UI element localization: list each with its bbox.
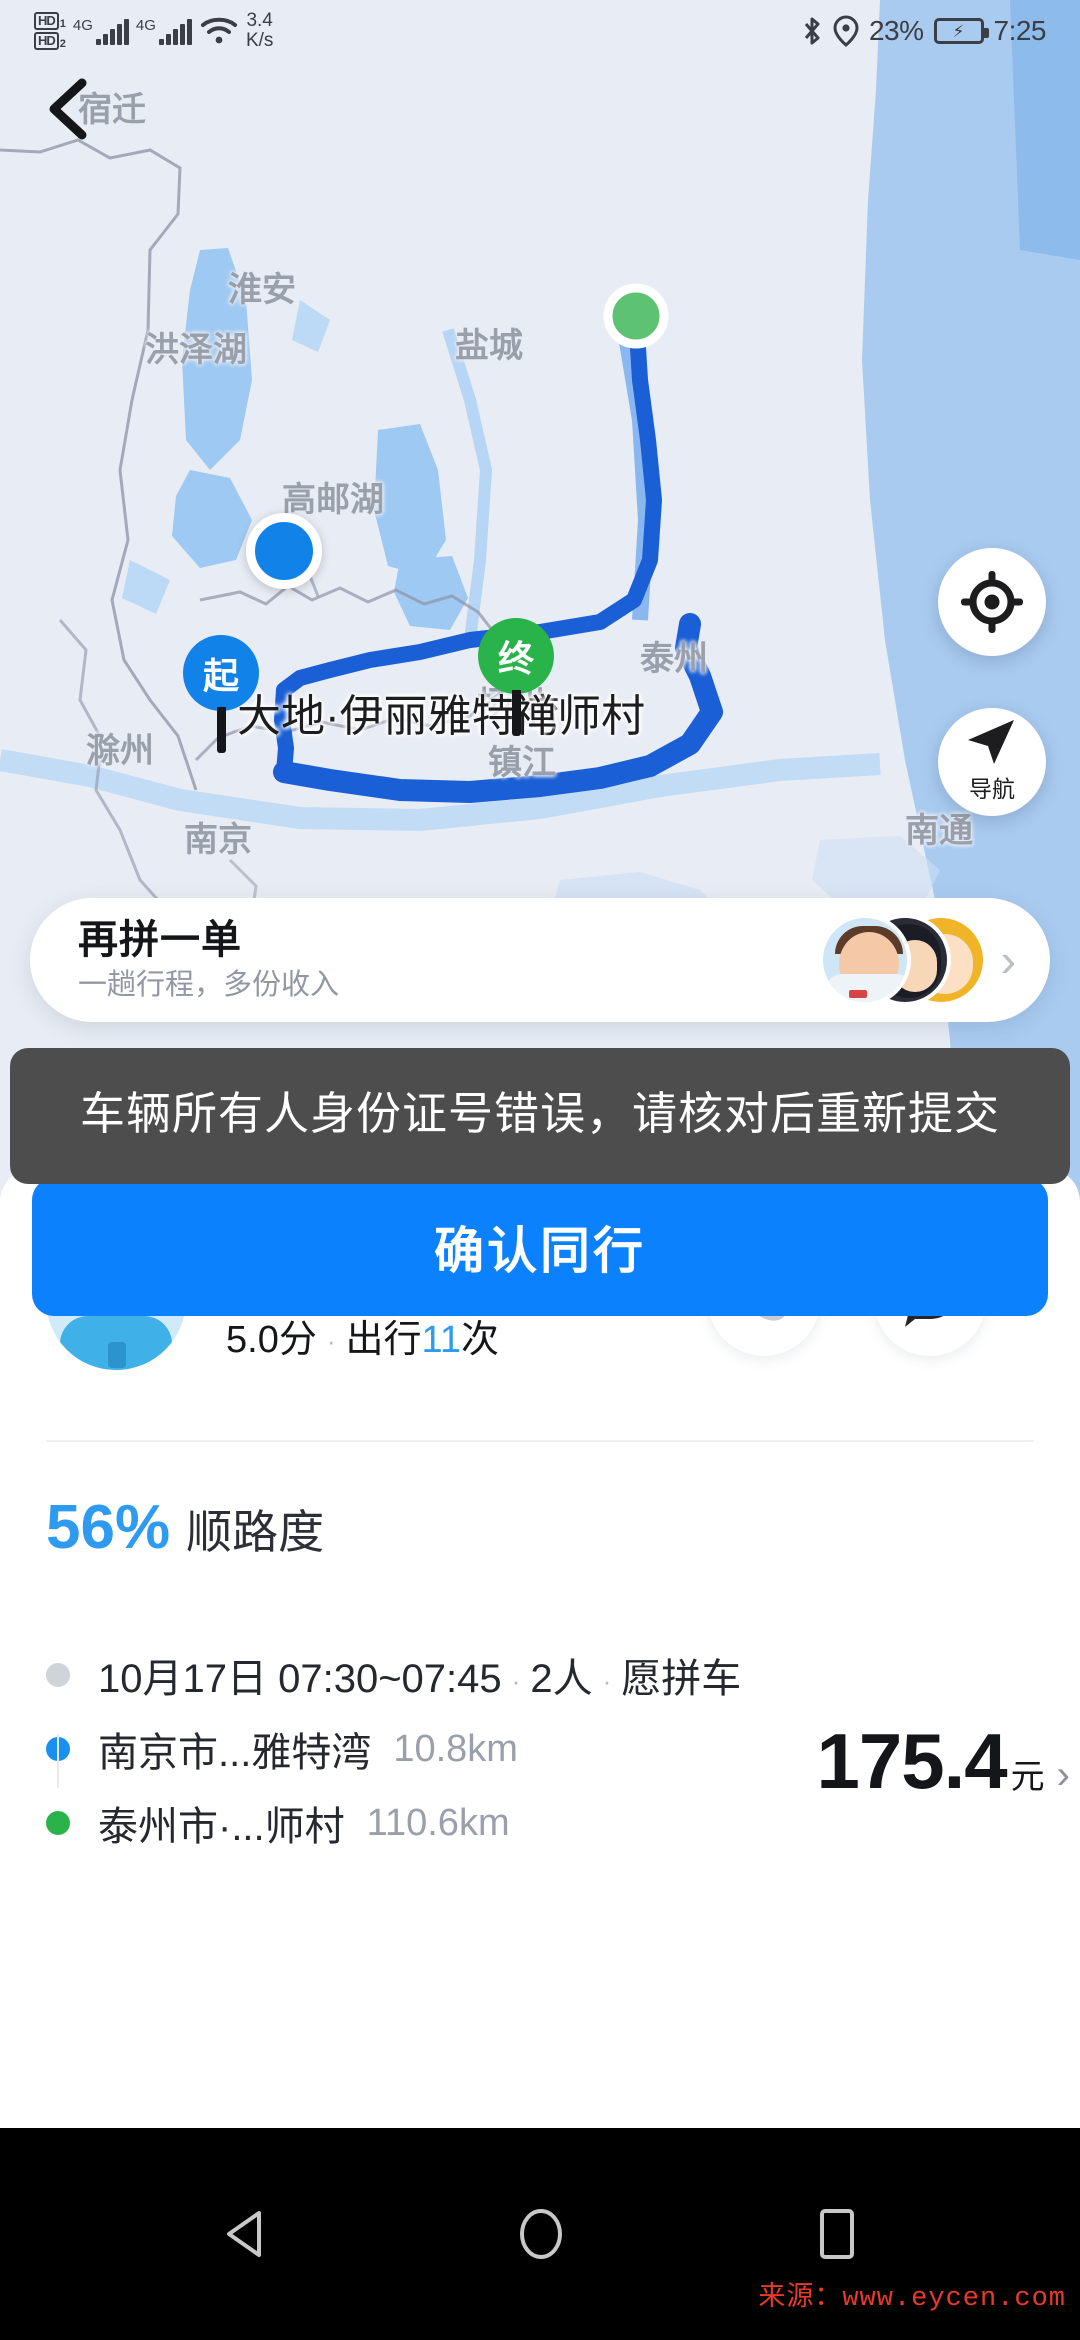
status-bar-right: 23% ⚡ 7:25 bbox=[801, 15, 1046, 47]
signal-1-group: 4G bbox=[73, 18, 129, 45]
start-marker-stem bbox=[216, 707, 226, 753]
trip-origin: 南京市...雅特湾 bbox=[98, 1731, 372, 1775]
bluetooth-icon bbox=[804, 17, 820, 45]
match-rate-label: 顺路度 bbox=[186, 1506, 325, 1558]
trip-origin-distance: 10.8km bbox=[393, 1727, 518, 1770]
trip-schedule: 10月17日 07:30~07:45 bbox=[98, 1657, 502, 1701]
hd1-icon: HD bbox=[34, 12, 59, 30]
promo-avatar-1 bbox=[818, 914, 911, 1006]
car-location-dot bbox=[246, 513, 322, 589]
driver-trips-suffix: 次 bbox=[460, 1319, 499, 1361]
promo-subtitle: 一趟行程，多份收入 bbox=[78, 968, 340, 1001]
confirm-ride-button[interactable]: 确认同行 bbox=[32, 1178, 1048, 1316]
nav-recents-square-icon bbox=[820, 2209, 854, 2259]
driver-trips-count: 11 bbox=[421, 1319, 461, 1361]
battery-charging-icon: ⚡ bbox=[933, 18, 989, 44]
error-toast-message: 车辆所有人身份证号错误，请核对后重新提交 bbox=[79, 1088, 1000, 1139]
nav-home-circle-icon bbox=[520, 2209, 562, 2259]
section-divider bbox=[46, 1440, 1034, 1442]
schedule-dot-icon bbox=[46, 1663, 70, 1687]
status-bar-left: HD 1 HD 2 4G 4G 3.4 K/s bbox=[34, 11, 273, 51]
price-value: 175.4 bbox=[816, 1717, 1007, 1805]
trip-sep-1: · bbox=[511, 1665, 521, 1696]
status-bar-clock: 7:25 bbox=[993, 15, 1047, 46]
error-toast: 车辆所有人身份证号错误，请核对后重新提交 bbox=[10, 1048, 1070, 1184]
source-watermark: 来源：www.eycen.com bbox=[758, 2284, 1066, 2314]
promo-avatar-stack bbox=[818, 914, 987, 1006]
trip-passengers: 2人 bbox=[530, 1657, 593, 1701]
driver-meta-separator: · bbox=[326, 1326, 336, 1357]
trip-schedule-line: 10月17日 07:30~07:45 · 2人 · 愿拼车 bbox=[46, 1638, 1034, 1712]
promo-title: 再拼一单 bbox=[78, 917, 242, 962]
nav-recents-button[interactable] bbox=[815, 2208, 859, 2260]
destination-dot-icon bbox=[46, 1811, 70, 1835]
network-type-1: 4G bbox=[72, 16, 93, 34]
network-speed: 3.4 K/s bbox=[246, 11, 273, 51]
promo-text-group: 再拼一单 一趟行程，多份收入 bbox=[78, 917, 819, 1004]
back-button[interactable] bbox=[36, 78, 98, 140]
dual-sim-hd-icons: HD 1 HD 2 bbox=[34, 12, 66, 50]
navigation-arrow-icon bbox=[968, 720, 1014, 764]
match-rate-row: 56% 顺路度 bbox=[46, 1492, 324, 1563]
end-marker-badge: 终 bbox=[478, 618, 554, 694]
driver-trips-prefix: 出行 bbox=[345, 1319, 422, 1361]
battery-percent: 23% bbox=[868, 15, 924, 46]
nav-back-button[interactable] bbox=[221, 2209, 267, 2259]
confirm-ride-label: 确认同行 bbox=[434, 1223, 646, 1279]
driver-rating: 5.0分 bbox=[226, 1319, 317, 1361]
end-marker-stem bbox=[511, 690, 521, 736]
trip-schedule-text: 10月17日 07:30~07:45 · 2人 · 愿拼车 bbox=[98, 1646, 741, 1704]
locate-crosshair-icon bbox=[961, 571, 1023, 633]
signal-2-group: 4G bbox=[136, 18, 192, 45]
promo-chevron-icon: › bbox=[1000, 934, 1016, 986]
navigation-button[interactable]: 导航 bbox=[938, 708, 1046, 816]
price-block[interactable]: 175.4 元 › bbox=[816, 1716, 1070, 1807]
status-bar: HD 1 HD 2 4G 4G 3.4 K/s 23% ⚡ 7:25 bbox=[0, 0, 1080, 62]
match-rate-percent: 56% bbox=[46, 1493, 171, 1562]
driver-meta: 5.0分 · 出行11次 bbox=[226, 1308, 499, 1363]
nav-back-triangle-icon bbox=[227, 2211, 261, 2257]
hd2-icon: HD bbox=[34, 32, 59, 50]
price-chevron-icon: › bbox=[1056, 1753, 1070, 1797]
hd1-number: 1 bbox=[59, 18, 66, 30]
network-speed-unit: K/s bbox=[245, 30, 274, 51]
carpool-promo-card[interactable]: 再拼一单 一趟行程，多份收入 › bbox=[30, 898, 1050, 1022]
start-marker-badge: 起 bbox=[183, 635, 259, 711]
start-marker[interactable]: 起 bbox=[183, 635, 259, 753]
locate-button[interactable] bbox=[938, 548, 1046, 656]
navigation-button-label: 导航 bbox=[969, 776, 1015, 802]
network-speed-value: 3.4 bbox=[246, 10, 273, 31]
trip-destination: 泰州市·...师村 bbox=[98, 1805, 345, 1849]
back-chevron-icon bbox=[49, 78, 87, 140]
route-connector-line bbox=[57, 1734, 59, 1788]
signal-bars-1-icon bbox=[95, 18, 129, 45]
location-pin-icon bbox=[833, 15, 859, 47]
end-marker[interactable]: 终 bbox=[478, 618, 554, 736]
trip-sep-2: · bbox=[602, 1665, 612, 1696]
wifi-icon bbox=[200, 17, 237, 44]
trip-carpool: 愿拼车 bbox=[621, 1657, 742, 1701]
trip-destination-distance: 110.6km bbox=[366, 1801, 510, 1844]
price-unit: 元 bbox=[1010, 1758, 1045, 1796]
nav-home-button[interactable] bbox=[517, 2208, 565, 2260]
signal-bars-2-icon bbox=[158, 18, 192, 45]
trip-detail-sheet: 尾号4859 5.0分·出行11次 56% 顺路度 10月17日 07:30~0… bbox=[0, 1168, 1080, 2198]
network-type-2: 4G bbox=[135, 16, 156, 34]
hd2-number: 2 bbox=[59, 38, 66, 50]
